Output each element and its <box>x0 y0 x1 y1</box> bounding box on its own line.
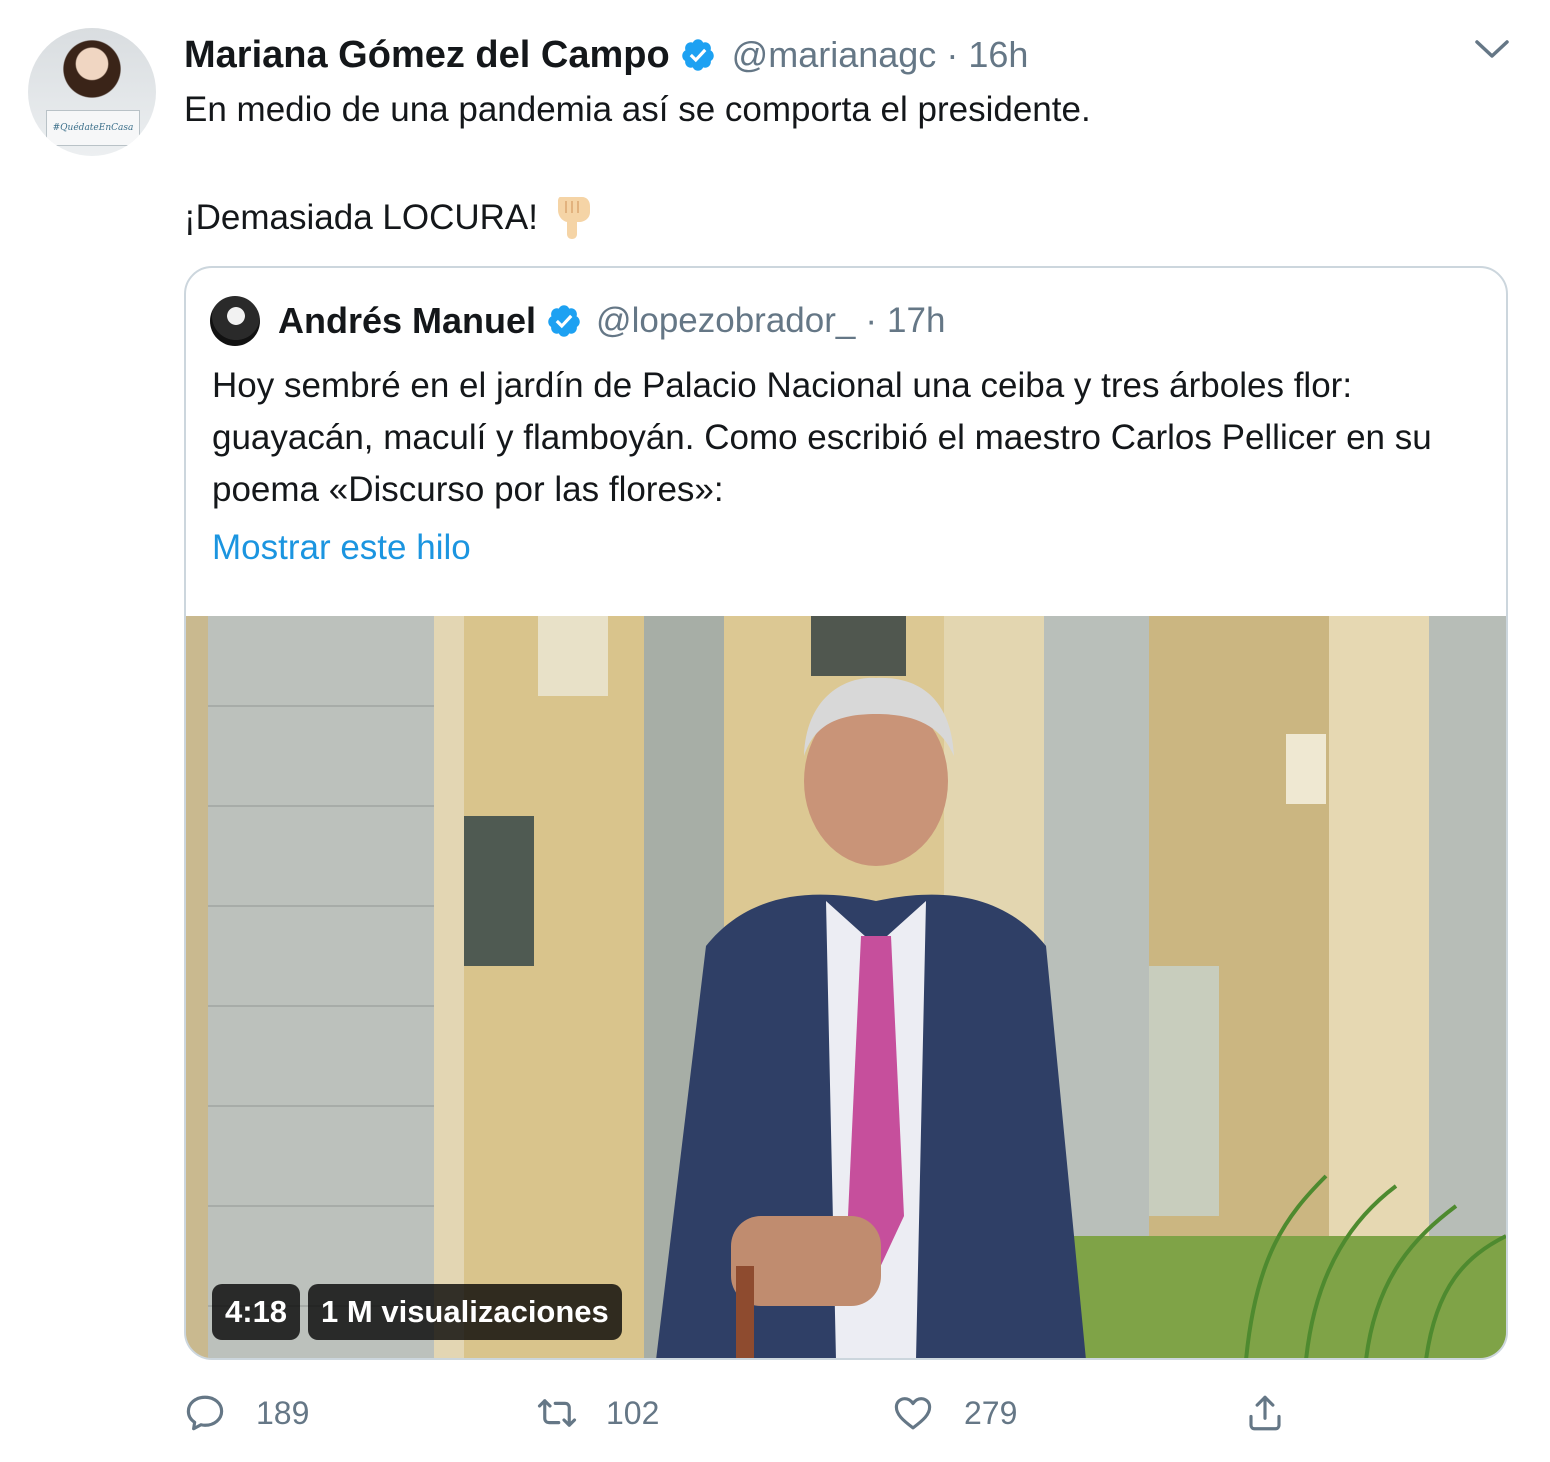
tweet-text-line-2-content: ¡Demasiada LOCURA! <box>184 198 538 237</box>
reply-count: 189 <box>256 1394 310 1431</box>
author-handle[interactable]: @marianagc <box>732 34 937 76</box>
share-button[interactable] <box>1244 1392 1286 1434</box>
author-avatar[interactable]: #QuédateEnCasa <box>28 28 156 156</box>
video-views-badge: 1 M visualizaciones <box>308 1284 622 1340</box>
tweet-text-line-1: En medio de una pandemia así se comporta… <box>184 90 1091 129</box>
backhand-index-pointing-down-icon <box>558 197 590 239</box>
quoted-author-handle[interactable]: @lopezobrador_ <box>596 301 855 341</box>
reply-button[interactable]: 189 <box>184 1392 309 1434</box>
retweet-icon <box>537 1399 577 1427</box>
quoted-timestamp[interactable]: 17h <box>887 301 945 341</box>
avatar-sign: #QuédateEnCasa <box>46 110 140 146</box>
tweet[interactable]: #QuédateEnCasa Mariana Gómez del Campo @… <box>0 0 1550 1462</box>
like-button[interactable]: 279 <box>892 1392 1017 1434</box>
quoted-author-avatar[interactable] <box>210 296 260 346</box>
video-thumbnail <box>186 616 1506 1358</box>
quoted-tweet-text: Hoy sembré en el jardín de Palacio Nacio… <box>212 366 1432 509</box>
chevron-down-icon[interactable] <box>1473 36 1511 62</box>
verified-badge-icon <box>681 39 714 71</box>
tweet-header: Mariana Gómez del Campo @marianagc · 16h <box>184 30 1028 80</box>
reply-icon <box>186 1395 224 1431</box>
like-count: 279 <box>964 1394 1018 1431</box>
retweet-button[interactable]: 102 <box>536 1392 659 1434</box>
separator-dot: · <box>946 34 959 75</box>
share-icon <box>1249 1395 1281 1431</box>
retweet-count: 102 <box>606 1394 660 1431</box>
quoted-tweet-header: Andrés Manuel @lopezobrador_ · 17h <box>278 296 945 346</box>
show-thread-link[interactable]: Mostrar este hilo <box>212 528 471 568</box>
tweet-text-line-2: ¡Demasiada LOCURA! <box>184 193 596 239</box>
quoted-author-name[interactable]: Andrés Manuel <box>278 300 536 342</box>
heart-icon <box>894 1397 932 1430</box>
video-badges: 4:18 1 M visualizaciones <box>212 1284 622 1340</box>
verified-badge-icon <box>548 305 580 337</box>
separator-dot: · <box>865 301 878 340</box>
video-player[interactable]: 4:18 1 M visualizaciones <box>186 616 1506 1358</box>
author-name[interactable]: Mariana Gómez del Campo <box>184 34 670 77</box>
video-duration-badge: 4:18 <box>212 1284 301 1340</box>
tweet-timestamp[interactable]: 16h <box>968 34 1028 76</box>
tweet-actions: 189 102 279 <box>184 1392 1304 1442</box>
quoted-tweet[interactable]: Andrés Manuel @lopezobrador_ · 17h Hoy s… <box>184 266 1508 1360</box>
